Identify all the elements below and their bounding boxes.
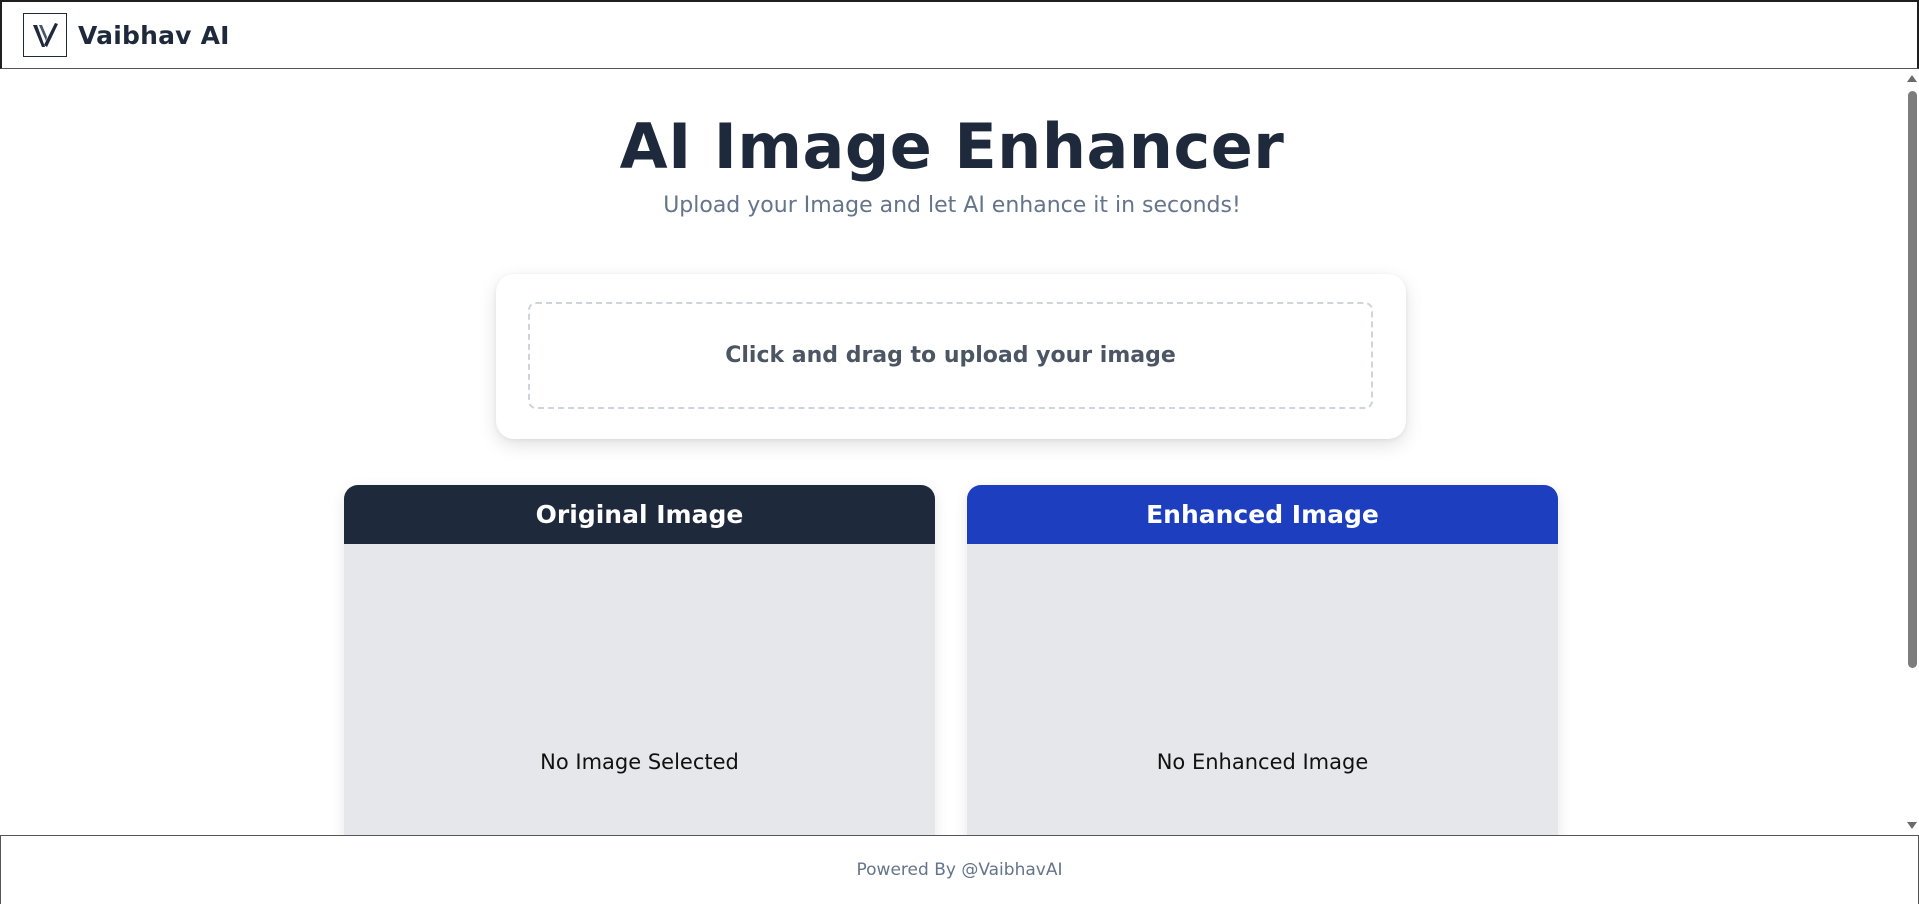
enhanced-image-title: Enhanced Image bbox=[1146, 500, 1379, 529]
enhanced-image-area: No Enhanced Image bbox=[967, 544, 1558, 835]
brand-name[interactable]: Vaibhav AI bbox=[78, 21, 230, 50]
upload-label: Click and drag to upload your image bbox=[725, 343, 1176, 368]
footer: Powered By @VaibhavAI bbox=[0, 835, 1919, 904]
upload-card: Click and drag to upload your image bbox=[496, 274, 1406, 439]
navbar: Vaibhav AI bbox=[0, 0, 1919, 69]
scrollbar-thumb[interactable] bbox=[1908, 91, 1917, 668]
scroll-up-arrow-icon[interactable] bbox=[1907, 75, 1917, 82]
vertical-scrollbar[interactable] bbox=[1904, 69, 1919, 835]
original-image-panel: Original Image No Image Selected bbox=[344, 485, 935, 835]
original-image-title: Original Image bbox=[535, 500, 744, 529]
main-content: AI Image Enhancer Upload your Image and … bbox=[0, 69, 1904, 835]
enhanced-image-panel: Enhanced Image No Enhanced Image bbox=[967, 485, 1558, 835]
footer-text: Powered By @VaibhavAI bbox=[856, 860, 1063, 880]
page-title: AI Image Enhancer bbox=[619, 110, 1285, 183]
page-subtitle: Upload your Image and let AI enhance it … bbox=[663, 193, 1241, 218]
enhanced-empty-text: No Enhanced Image bbox=[1156, 750, 1369, 774]
scroll-down-arrow-icon[interactable] bbox=[1907, 822, 1917, 829]
original-image-area: No Image Selected bbox=[344, 544, 935, 835]
v-logo-icon[interactable] bbox=[23, 13, 67, 57]
enhanced-image-header: Enhanced Image bbox=[967, 485, 1558, 544]
original-empty-text: No Image Selected bbox=[540, 750, 739, 774]
upload-dropzone[interactable]: Click and drag to upload your image bbox=[528, 302, 1373, 409]
original-image-header: Original Image bbox=[344, 485, 935, 544]
